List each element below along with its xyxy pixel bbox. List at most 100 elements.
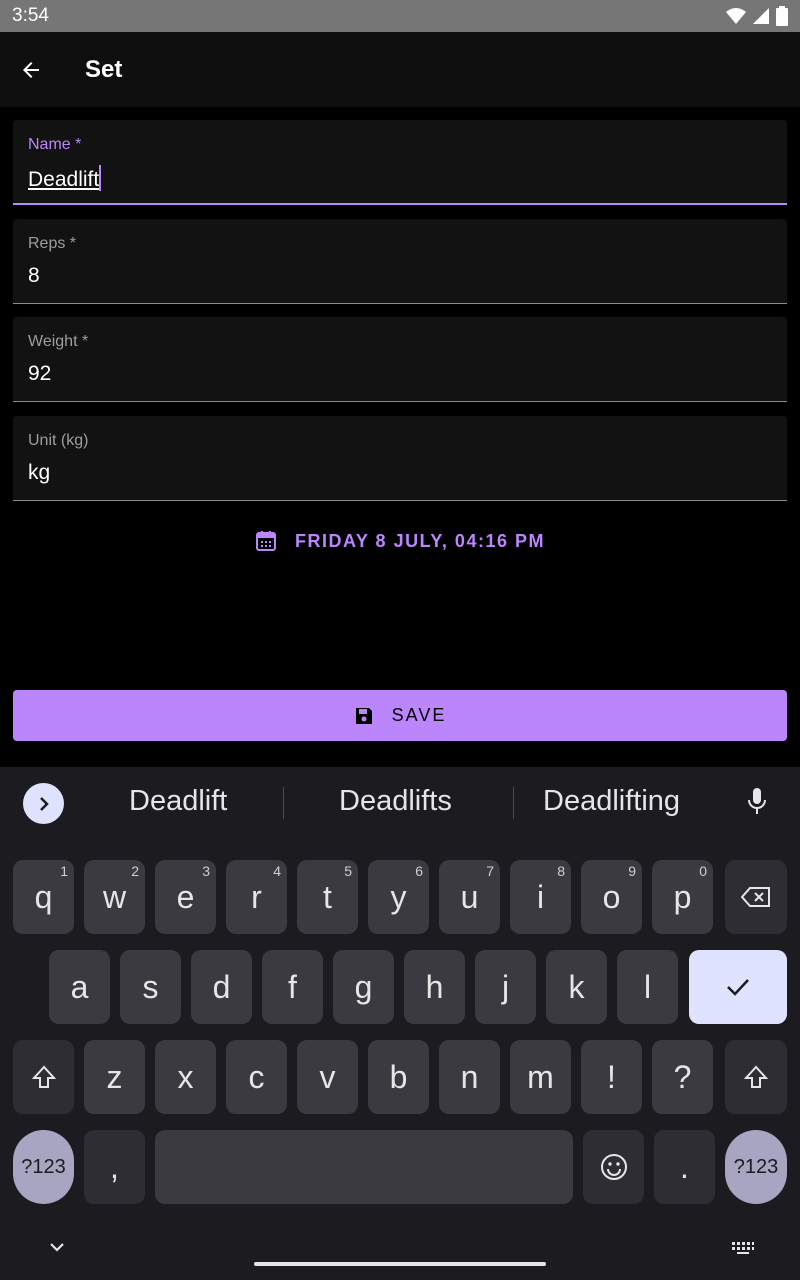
name-input[interactable]: Deadlift	[28, 165, 102, 192]
key-label: l	[643, 968, 652, 1005]
battery-icon	[776, 6, 788, 26]
key-s[interactable]: s	[120, 950, 181, 1024]
page-title: Set	[85, 55, 123, 83]
system-icons	[726, 6, 788, 26]
back-button[interactable]	[0, 32, 62, 107]
shift-key-left[interactable]	[13, 1040, 74, 1114]
key-n[interactable]: n	[439, 1040, 500, 1114]
wifi-icon	[726, 8, 746, 24]
key-d[interactable]: d	[191, 950, 252, 1024]
reps-input[interactable]: 8	[28, 264, 40, 288]
status-time: 3:54	[12, 5, 49, 26]
key-a[interactable]: a	[49, 950, 110, 1024]
suggestion-3[interactable]: Deadlifting	[543, 785, 680, 818]
chevron-down-icon[interactable]	[48, 1240, 66, 1254]
weight-label: Weight *	[28, 333, 89, 350]
key-number-hint: 0	[699, 863, 707, 879]
key-m[interactable]: m	[510, 1040, 571, 1114]
set-form: Name * Deadlift Reps * 8 Weight * 92 Uni…	[0, 107, 800, 767]
key-i[interactable]: i8	[510, 860, 571, 934]
key-w[interactable]: w2	[84, 860, 145, 934]
suggestion-2[interactable]: Deadlifts	[339, 785, 452, 818]
home-handle[interactable]	[254, 1262, 546, 1266]
key-number-hint: 8	[557, 863, 565, 879]
key-label: f	[288, 968, 297, 1005]
name-field[interactable]: Name * Deadlift	[13, 120, 787, 205]
backspace-key[interactable]	[725, 860, 787, 934]
period-key[interactable]: .	[654, 1130, 715, 1204]
key-number-hint: 9	[628, 863, 636, 879]
comma-key[interactable]: ,	[84, 1130, 145, 1204]
shift-icon	[743, 1065, 769, 1088]
shift-key-right[interactable]	[725, 1040, 787, 1114]
key-e[interactable]: e3	[155, 860, 216, 934]
key-l[interactable]: l	[617, 950, 678, 1024]
unit-field[interactable]: Unit (kg) kg	[13, 416, 787, 501]
voice-input-button[interactable]	[744, 787, 770, 819]
key-symbol[interactable]: !	[581, 1040, 642, 1114]
date-button[interactable]: FRIDAY 8 JULY, 04:16 PM	[0, 521, 800, 561]
microphone-icon	[748, 788, 766, 814]
shift-icon	[31, 1065, 56, 1088]
key-label: ?	[673, 1058, 692, 1095]
key-number-hint: 3	[202, 863, 210, 879]
text-caret	[99, 165, 102, 191]
suggestion-1[interactable]: Deadlift	[129, 785, 227, 818]
emoji-key[interactable]	[583, 1130, 644, 1204]
key-p[interactable]: p0	[652, 860, 713, 934]
key-label: z	[106, 1058, 123, 1095]
key-q[interactable]: q1	[13, 860, 74, 934]
calendar-icon	[256, 531, 277, 551]
date-label: FRIDAY 8 JULY, 04:16 PM	[295, 530, 545, 551]
symbols-key-right[interactable]: ?123	[725, 1130, 787, 1204]
key-label: m	[527, 1058, 554, 1095]
reps-field[interactable]: Reps * 8	[13, 219, 787, 304]
back-arrow-icon	[23, 61, 39, 78]
key-label: h	[425, 968, 444, 1005]
key-label: y	[390, 878, 407, 915]
expand-toolbar-button[interactable]	[23, 783, 64, 824]
signal-icon	[753, 8, 769, 24]
key-r[interactable]: r4	[226, 860, 287, 934]
key-label: j	[501, 968, 510, 1005]
weight-field[interactable]: Weight * 92	[13, 317, 787, 402]
key-label: p	[673, 878, 692, 915]
unit-input[interactable]: kg	[28, 461, 50, 485]
key-label: d	[212, 968, 231, 1005]
keyboard-icon[interactable]	[731, 1241, 755, 1255]
key-o[interactable]: o9	[581, 860, 642, 934]
key-u[interactable]: u7	[439, 860, 500, 934]
key-label: o	[602, 878, 621, 915]
key-number-hint: 1	[60, 863, 68, 879]
key-symbol[interactable]: ?	[652, 1040, 713, 1114]
key-k[interactable]: k	[546, 950, 607, 1024]
key-g[interactable]: g	[333, 950, 394, 1024]
key-v[interactable]: v	[297, 1040, 358, 1114]
symbols-key-left[interactable]: ?123	[13, 1130, 74, 1204]
key-label: s	[142, 968, 159, 1005]
key-z[interactable]: z	[84, 1040, 145, 1114]
key-c[interactable]: c	[226, 1040, 287, 1114]
key-label: a	[70, 968, 89, 1005]
key-x[interactable]: x	[155, 1040, 216, 1114]
key-b[interactable]: b	[368, 1040, 429, 1114]
checkmark-icon	[727, 979, 749, 996]
key-y[interactable]: y6	[368, 860, 429, 934]
key-f[interactable]: f	[262, 950, 323, 1024]
key-label: v	[319, 1058, 336, 1095]
reps-label: Reps *	[28, 235, 77, 252]
name-value: Deadlift	[28, 168, 100, 191]
enter-key[interactable]	[689, 950, 787, 1024]
unit-label: Unit (kg)	[28, 432, 89, 449]
key-j[interactable]: j	[475, 950, 536, 1024]
key-label: e	[176, 878, 195, 915]
key-h[interactable]: h	[404, 950, 465, 1024]
chevron-right-icon	[39, 796, 49, 811]
key-label: u	[460, 878, 479, 915]
key-label: w	[102, 878, 127, 915]
save-button[interactable]: SAVE	[13, 690, 787, 741]
key-t[interactable]: t5	[297, 860, 358, 934]
key-label: x	[177, 1058, 194, 1095]
space-key[interactable]	[155, 1130, 573, 1204]
weight-input[interactable]: 92	[28, 362, 51, 386]
